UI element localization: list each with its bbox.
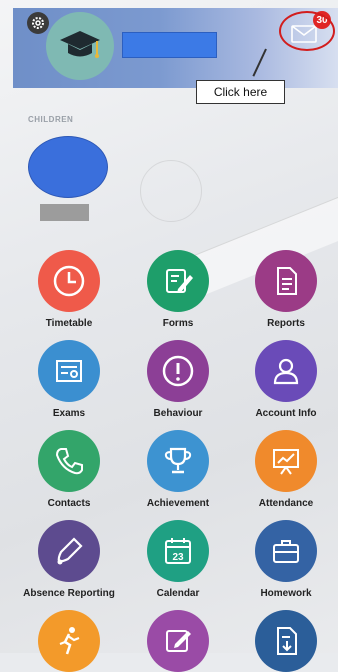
trophy-icon (161, 444, 195, 478)
account-info-button[interactable] (255, 340, 317, 402)
contacts-button[interactable] (38, 430, 100, 492)
calendar-day-text: 23 (172, 552, 184, 563)
tile-achievement[interactable]: Achievement (123, 430, 233, 509)
certificate-icon (52, 354, 86, 388)
user-name-redacted (122, 32, 217, 58)
tile-label: Account Info (255, 408, 317, 419)
tile-label: Calendar (156, 588, 200, 599)
clock-icon (52, 264, 86, 298)
tile-label: Forms (162, 318, 194, 329)
highlight-ring (279, 11, 335, 51)
tile-label: Absence Reporting (23, 588, 115, 599)
exclamation-icon (161, 354, 195, 388)
tile-behaviour[interactable]: Behaviour (123, 340, 233, 419)
children-section-label: CHILDREN (28, 115, 74, 124)
downloads-button[interactable] (255, 610, 317, 672)
achievement-button[interactable] (147, 430, 209, 492)
tile-label: Behaviour (153, 408, 203, 419)
tile-reports[interactable]: Reports (231, 250, 338, 329)
notes-button[interactable] (147, 610, 209, 672)
timetable-button[interactable] (38, 250, 100, 312)
tile-label: Contacts (47, 498, 91, 509)
tile-forms[interactable]: Forms (123, 250, 233, 329)
tile-calendar[interactable]: 23 Calendar (123, 520, 233, 599)
tile-absence-reporting[interactable]: Absence Reporting (14, 520, 124, 599)
tile-notes[interactable] (123, 610, 233, 672)
tile-label: Attendance (258, 498, 314, 509)
click-here-callout: Click here (196, 80, 285, 104)
tile-timetable[interactable]: Timetable (14, 250, 124, 329)
tile-exams[interactable]: Exams (14, 340, 124, 419)
report-document-icon (269, 264, 303, 298)
tile-sports[interactable] (14, 610, 124, 672)
presentation-board-icon (269, 444, 303, 478)
gear-icon[interactable] (27, 12, 49, 34)
form-edit-icon (161, 264, 195, 298)
homework-button[interactable] (255, 520, 317, 582)
attendance-button[interactable] (255, 430, 317, 492)
tile-label: Homework (260, 588, 312, 599)
exams-button[interactable] (38, 340, 100, 402)
tile-label: Timetable (45, 318, 93, 329)
phone-icon (52, 444, 86, 478)
user-icon (269, 354, 303, 388)
tile-homework[interactable]: Homework (231, 520, 338, 599)
forms-button[interactable] (147, 250, 209, 312)
background-curve (140, 160, 202, 222)
tile-downloads[interactable] (231, 610, 338, 672)
behaviour-button[interactable] (147, 340, 209, 402)
bell-icon (52, 534, 86, 568)
tile-contacts[interactable]: Contacts (14, 430, 124, 509)
tile-attendance[interactable]: Attendance (231, 430, 338, 509)
tile-label: Exams (52, 408, 86, 419)
avatar[interactable] (46, 12, 114, 80)
absence-reporting-button[interactable] (38, 520, 100, 582)
sports-button[interactable] (38, 610, 100, 672)
tile-label: Achievement (146, 498, 210, 509)
child-avatar[interactable] (28, 136, 108, 198)
calendar-button[interactable]: 23 (147, 520, 209, 582)
child-name-redacted (40, 204, 89, 221)
briefcase-icon (269, 534, 303, 568)
calendar-icon: 23 (161, 534, 195, 568)
reports-button[interactable] (255, 250, 317, 312)
graduation-cap-icon (59, 29, 101, 63)
tile-account-info[interactable]: Account Info (231, 340, 338, 419)
tile-label: Reports (267, 318, 305, 329)
